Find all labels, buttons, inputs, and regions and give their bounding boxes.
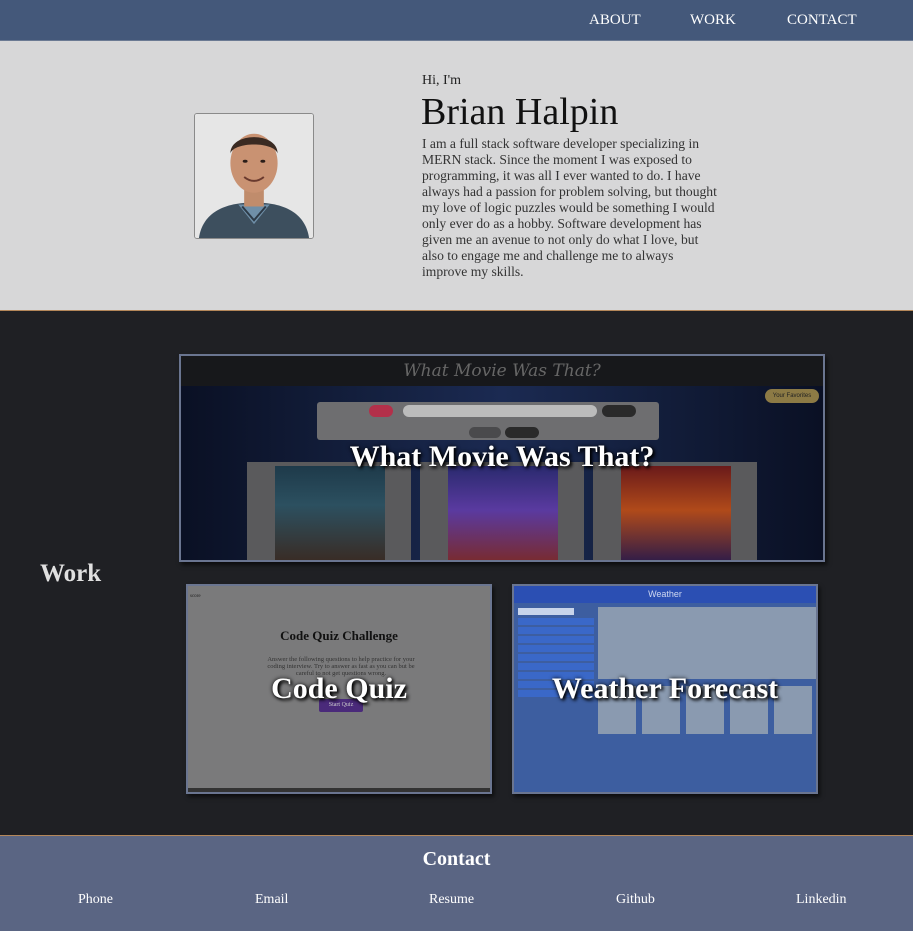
profile-photo	[194, 113, 314, 239]
movie-poster-3	[621, 466, 731, 560]
weather-city-item	[518, 627, 594, 634]
work-heading: Work	[40, 560, 102, 587]
page-title: Brian Halpin	[421, 91, 619, 133]
quiz-score-link: score	[190, 594, 201, 599]
movie-clear-pill	[369, 405, 393, 417]
top-nav: ABOUT WORK CONTACT	[0, 0, 913, 41]
movie-submit-pill	[602, 405, 636, 417]
movie-poster-card-1	[247, 462, 411, 560]
contact-footer: Contact Phone Email Resume Github Linked…	[0, 836, 913, 931]
profile-portrait-image	[195, 114, 313, 238]
quiz-bottom-bar	[188, 788, 490, 792]
greeting-text: Hi, I'm	[422, 73, 462, 88]
contact-linkedin-link[interactable]: Linkedin	[796, 892, 847, 908]
work-section: Work What Movie Was That? Your Favorites	[0, 311, 913, 836]
weather-search-field	[518, 608, 574, 615]
project-card-movie[interactable]: What Movie Was That? Your Favorites What…	[179, 354, 825, 562]
weather-current-panel	[598, 607, 816, 679]
movie-poster-card-2	[420, 462, 584, 560]
weather-city-item	[518, 645, 594, 652]
movie-screenshot-header: What Movie Was That?	[181, 356, 823, 386]
movie-poster-card-3	[593, 462, 757, 560]
nav-contact-link[interactable]: CONTACT	[787, 12, 857, 29]
quiz-screenshot-title: Code Quiz Challenge	[280, 628, 398, 643]
movie-sort-pill	[505, 427, 539, 438]
weather-city-item	[518, 663, 594, 670]
contact-resume-link[interactable]: Resume	[429, 892, 474, 908]
contact-phone-link[interactable]: Phone	[78, 892, 113, 908]
project-title-weather: Weather Forecast	[551, 672, 779, 705]
movie-search-panel	[317, 402, 659, 440]
movie-poster-1	[275, 466, 385, 560]
project-card-code-quiz[interactable]: score Code Quiz Challenge Answer the fol…	[186, 584, 492, 794]
movie-filter-pill	[469, 427, 501, 438]
nav-about-link[interactable]: ABOUT	[589, 12, 641, 29]
contact-heading: Contact	[422, 848, 491, 870]
weather-city-item	[518, 654, 594, 661]
project-title-code-quiz: Code Quiz	[271, 672, 407, 705]
weather-screenshot-header: Weather	[514, 586, 816, 603]
project-card-weather[interactable]: Weather Weather Forecast	[512, 584, 818, 794]
project-title-movie: What Movie Was That?	[349, 440, 655, 473]
nav-work-link[interactable]: WORK	[690, 12, 736, 29]
weather-city-item	[518, 618, 594, 625]
about-section: Hi, I'm Brian Halpin I am a full stack s…	[0, 41, 913, 311]
contact-email-link[interactable]: Email	[255, 892, 288, 908]
movie-poster-2	[448, 466, 558, 560]
contact-github-link[interactable]: Github	[616, 892, 655, 908]
movie-screenshot-stage: Your Favorites	[181, 386, 823, 560]
movie-favorites-badge: Your Favorites	[765, 389, 819, 403]
weather-city-item	[518, 636, 594, 643]
bio-paragraph: I am a full stack software developer spe…	[422, 136, 717, 279]
movie-search-pill	[403, 405, 597, 417]
